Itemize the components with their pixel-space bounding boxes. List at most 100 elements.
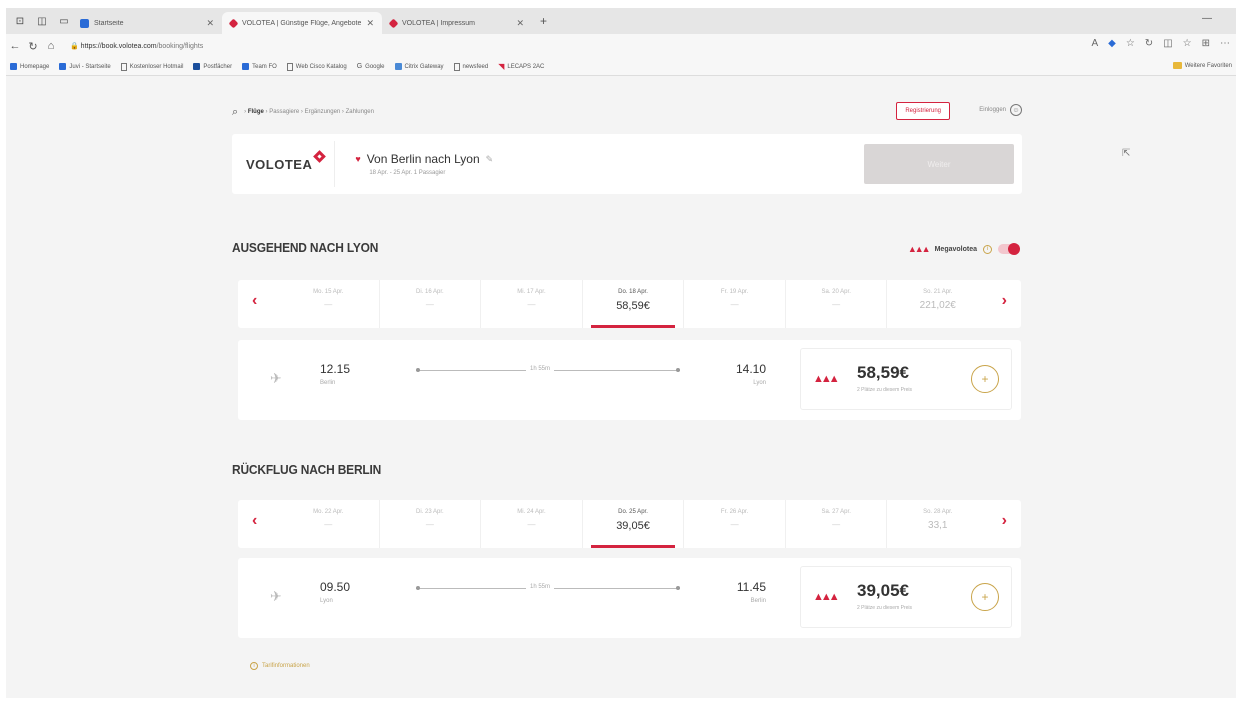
megavolotea-toggle[interactable]: [998, 243, 1020, 255]
add-fare-button[interactable]: +: [971, 583, 999, 611]
route-summary[interactable]: ♥ Von Berlin nach Lyon ✎ 18 Apr. - 25 Apr.…: [355, 152, 493, 176]
tab-favicon-icon: [388, 18, 399, 28]
split-screen-icon[interactable]: ◫: [1163, 38, 1172, 49]
bookmark-item[interactable]: Postfächer: [193, 63, 232, 70]
fare-option[interactable]: ▲▲▲ 39,05€ 2 Plätze zu diesem Preis +: [800, 566, 1012, 628]
reload-icon[interactable]: ↻: [24, 40, 42, 53]
step-flights[interactable]: Flüge: [248, 109, 264, 115]
next-dates-arrow-icon[interactable]: ›: [1002, 292, 1007, 310]
step-payment[interactable]: Zahlungen: [346, 109, 374, 115]
new-tab-icon[interactable]: +: [540, 14, 547, 28]
favorite-star-icon[interactable]: ☆: [1126, 38, 1135, 49]
bookmark-more[interactable]: Weitere Favoriten: [1172, 62, 1232, 69]
close-tab-icon[interactable]: ✕: [206, 18, 214, 29]
collections-icon[interactable]: ⊞: [1202, 38, 1210, 49]
profile-icon[interactable]: ⊡: [12, 13, 28, 29]
tab-actions-icon[interactable]: ▭: [56, 13, 72, 29]
bookmark-item[interactable]: Juvi - Startseite: [59, 63, 111, 70]
volotea-logo[interactable]: VOLOTEA: [246, 149, 327, 172]
settings-icon[interactable]: ⋯: [1220, 38, 1230, 49]
bookmark-item[interactable]: Citrix Gateway: [394, 63, 444, 70]
bookmark-label: Google: [365, 63, 385, 70]
refresh-icon[interactable]: ↻: [1145, 38, 1153, 49]
tab-startseite[interactable]: Startseite ✕: [72, 12, 222, 34]
bookmark-item[interactable]: Homepage: [10, 63, 49, 70]
tab-title: Startseite: [94, 19, 124, 27]
date-price: —: [425, 520, 434, 529]
date-option[interactable]: Mi. 17 Apr. —: [481, 280, 583, 328]
return-date-selector: ‹ Mo. 22 Apr. — Di. 23 Apr. — Mi. 24 Apr. —…: [238, 500, 1021, 548]
back-icon[interactable]: ←: [6, 40, 24, 52]
date-option[interactable]: Di. 16 Apr. —: [380, 280, 482, 328]
minimize-icon[interactable]: —: [1202, 13, 1212, 24]
date-option[interactable]: Mo. 15 Apr. —: [278, 280, 380, 328]
date-label: Di. 16 Apr.: [416, 289, 444, 295]
bookmark-page-icon: [453, 62, 460, 71]
outbound-flight-card[interactable]: ✈ 12.15 Berlin 1h 55m 14.10 Lyon ▲▲▲ 58,59…: [238, 340, 1021, 420]
step-extras[interactable]: Ergänzungen: [305, 109, 341, 115]
tab-volotea-flights[interactable]: VOLOTEA | Günstige Flüge, Angebote ✕: [222, 12, 382, 34]
bookmark-item[interactable]: newsfeed: [453, 62, 488, 71]
prev-dates-arrow-icon[interactable]: ‹: [252, 292, 257, 310]
departure-time: 12.15: [320, 362, 351, 376]
date-option[interactable]: Mi. 24 Apr. —: [481, 500, 583, 548]
register-button[interactable]: Registrierung: [896, 102, 950, 120]
bookmark-icon: [193, 63, 201, 70]
date-option[interactable]: Di. 23 Apr. —: [380, 500, 482, 548]
date-option[interactable]: Mo. 22 Apr. —: [278, 500, 380, 548]
login-link[interactable]: Einloggen ☺: [979, 104, 1022, 116]
info-icon[interactable]: i: [983, 244, 992, 254]
fare-info-label: Tarifinformationen: [262, 663, 310, 669]
extension-icon[interactable]: ◆: [1108, 38, 1116, 49]
prev-dates-arrow-icon[interactable]: ‹: [252, 512, 257, 530]
bookmark-page-icon: [120, 62, 127, 71]
date-option[interactable]: Sa. 20 Apr. —: [786, 280, 888, 328]
step-passengers[interactable]: Passagiere: [269, 109, 299, 115]
date-option-selected[interactable]: Do. 25 Apr. 39,05€: [583, 500, 685, 548]
folder-icon: [1172, 62, 1182, 69]
edit-icon[interactable]: ✎: [486, 154, 494, 165]
tab-favicon-icon: [80, 18, 89, 28]
date-option-selected[interactable]: Do. 18 Apr. 58,59€: [583, 280, 685, 328]
favorites-icon[interactable]: ☆: [1183, 38, 1192, 49]
bookmark-item[interactable]: ◥ LECAPS 2AC: [498, 62, 544, 71]
fare-info-link[interactable]: i Tarifinformationen: [250, 662, 310, 670]
tab-volotea-impressum[interactable]: VOLOTEA | Impressum ✕: [382, 12, 532, 34]
close-tab-icon[interactable]: ✕: [516, 18, 524, 29]
add-fare-button[interactable]: +: [971, 365, 999, 393]
info-icon: i: [250, 662, 258, 670]
return-flight-card[interactable]: ✈ 09.50 Lyon 1h 55m 11.45 Berlin ▲▲▲ 39,05…: [238, 558, 1021, 638]
route-title: Von Berlin nach Lyon: [366, 152, 480, 166]
date-price: —: [425, 300, 434, 309]
date-price: 39,05€: [616, 520, 650, 532]
bookmark-item[interactable]: Kostenloser Hotmail: [120, 62, 183, 71]
fare-option[interactable]: ▲▲▲ 58,59€ 2 Plätze zu diesem Preis +: [800, 348, 1012, 410]
date-option[interactable]: Fr. 19 Apr. —: [684, 280, 786, 328]
next-dates-arrow-icon[interactable]: ›: [1002, 512, 1007, 530]
date-label: Mi. 24 Apr.: [517, 509, 546, 515]
location-pin-icon: ♥: [355, 154, 361, 164]
google-icon: G: [356, 63, 363, 70]
bookmark-item[interactable]: Team FO: [242, 63, 277, 70]
home-icon[interactable]: ⌂: [42, 40, 60, 52]
date-option[interactable]: So. 21 Apr. 221,02€: [887, 280, 988, 328]
bookmarks-bar: Homepage Juvi - Startseite Kostenloser H…: [6, 58, 1236, 76]
bookmark-label: Weitere Favoriten: [1184, 62, 1232, 69]
departure-city: Berlin: [320, 380, 336, 386]
continue-button[interactable]: Weiter: [864, 144, 1014, 184]
read-aloud-icon[interactable]: A: [1091, 38, 1098, 49]
bookmark-item[interactable]: G Google: [357, 63, 385, 70]
close-tab-icon[interactable]: ✕: [366, 18, 374, 29]
date-price: —: [832, 300, 841, 309]
date-option[interactable]: So. 28 Apr. 33,1: [887, 500, 988, 548]
url-field[interactable]: 🔒 https://book.volotea.com/booking/fligh…: [70, 42, 203, 50]
workspaces-icon[interactable]: ◫: [34, 13, 50, 29]
url-path: /booking/flights: [156, 43, 204, 50]
search-icon[interactable]: ⌕: [232, 106, 238, 119]
departure-time: 09.50: [320, 580, 351, 594]
date-price: 33,1: [928, 520, 948, 531]
date-option[interactable]: Sa. 27 Apr. —: [786, 500, 888, 548]
arrival-time: 11.45: [736, 580, 766, 594]
date-option[interactable]: Fr. 26 Apr. —: [684, 500, 786, 548]
bookmark-item[interactable]: Web Cisco Katalog: [286, 62, 347, 71]
